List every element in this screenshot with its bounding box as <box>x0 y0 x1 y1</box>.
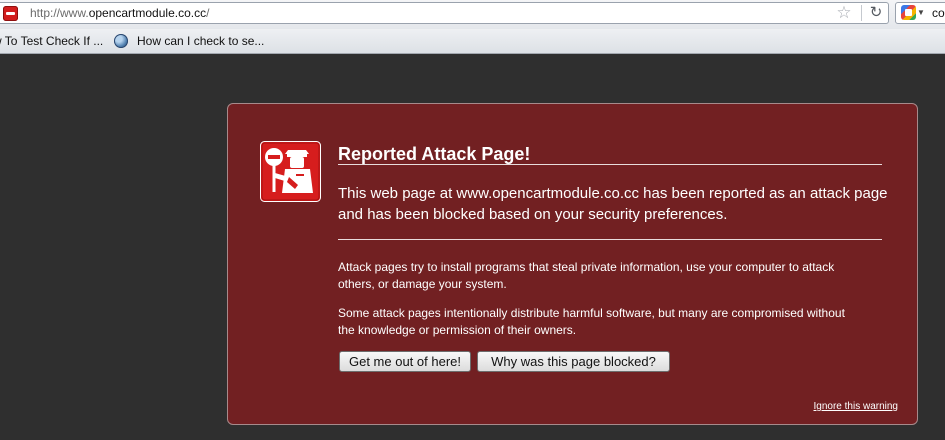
bookmark-label: w To Test Check If ... <box>0 34 104 48</box>
lead-divider <box>338 239 882 240</box>
warning-detail-text: Some attack pages intentionally distribu… <box>338 306 845 337</box>
url-bar-separator <box>861 5 862 21</box>
navigation-toolbar: http://www.opencartmodule.co.cc/ ☆ ↻ ▼ c… <box>0 0 945 30</box>
warning-lead-text: This web page at www.opencartmodule.co.c… <box>338 185 888 223</box>
reload-icon[interactable]: ↻ <box>866 4 886 22</box>
bookmark-item[interactable]: w To Test Check If ... <box>0 29 103 54</box>
google-icon[interactable] <box>901 5 916 20</box>
url-prefix: http://www. <box>30 6 89 20</box>
globe-icon <box>114 33 128 48</box>
chevron-down-icon[interactable]: ▼ <box>917 6 925 20</box>
ignore-warning-link[interactable]: Ignore this warning <box>814 400 899 413</box>
attack-warning-panel: Reported Attack Page! This web page at w… <box>227 103 918 425</box>
url-bar[interactable]: http://www.opencartmodule.co.cc/ ☆ ↻ <box>0 2 889 24</box>
search-input[interactable]: co <box>932 6 945 21</box>
title-divider <box>338 164 882 165</box>
url-domain: opencartmodule.co.cc <box>88 6 207 20</box>
search-box[interactable]: ▼ co <box>895 2 945 24</box>
bookmarks-toolbar: w To Test Check If ... How can I check t… <box>0 29 945 54</box>
bookmark-label: How can I check to se... <box>137 34 265 48</box>
get-me-out-button[interactable]: Get me out of here! <box>339 351 471 372</box>
warning-detail-text: Attack pages try to install programs tha… <box>338 260 835 291</box>
bookmark-star-icon[interactable]: ☆ <box>833 3 855 23</box>
why-blocked-button[interactable]: Why was this page blocked? <box>477 351 670 372</box>
bookmark-item[interactable]: How can I check to se... <box>114 29 264 54</box>
url-text[interactable]: http://www.opencartmodule.co.cc/ <box>30 6 209 21</box>
police-officer-stop-icon <box>260 141 321 202</box>
url-suffix: / <box>206 6 210 20</box>
attack-site-icon <box>3 6 18 21</box>
warning-title: Reported Attack Page! <box>338 144 531 164</box>
